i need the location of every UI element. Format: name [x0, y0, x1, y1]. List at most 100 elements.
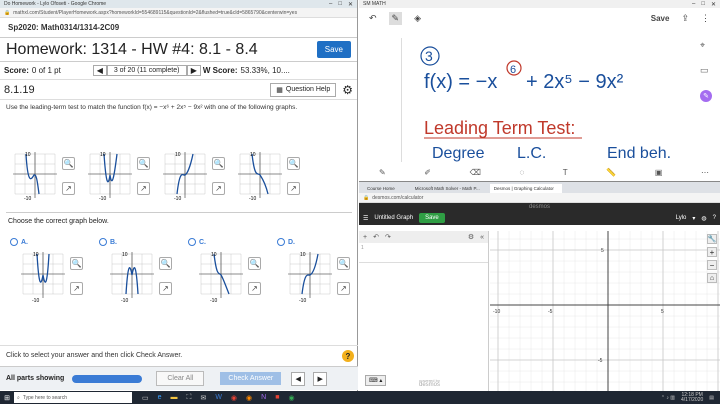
check-answer-button[interactable]: Check Answer [220, 372, 282, 385]
firefox-icon[interactable]: ◉ [246, 394, 252, 402]
popout-icon[interactable]: ↗ [70, 282, 83, 295]
taskbar-search[interactable]: ⌕ Type here to search [14, 392, 132, 403]
zoom-icon[interactable]: 🔍 [212, 157, 225, 170]
popout-icon[interactable]: ↗ [337, 282, 350, 295]
zoom-icon[interactable]: 🔍 [137, 157, 150, 170]
option-c[interactable]: C. 10 -10 🔍 ↗ [188, 238, 261, 308]
popout-icon[interactable]: ↗ [287, 182, 300, 195]
hamburger-icon[interactable]: ☰ [363, 215, 368, 222]
notes-canvas[interactable]: 3 f(x) = −x 6 + 2x⁵ − 9x² Leading Term T… [401, 38, 706, 162]
question-progress-select[interactable]: 3 of 20 (11 complete) [106, 65, 187, 76]
option-b[interactable]: B. 10 -10 🔍 ↗ [99, 238, 172, 308]
maximize-icon[interactable]: □ [701, 1, 705, 8]
prev-button[interactable]: ◀ [291, 371, 306, 386]
keypad-toggle[interactable]: ⌨ ▴ [365, 375, 387, 386]
zoom-icon[interactable]: 🔍 [70, 257, 83, 270]
next-question-button[interactable]: ▶ [186, 65, 201, 76]
folder-icon[interactable]: ▬ [171, 394, 178, 402]
store-icon[interactable]: ⛶ [187, 394, 192, 402]
onenote-icon[interactable]: N [261, 394, 266, 402]
notification-icon[interactable]: ▤ [709, 395, 714, 401]
share-icon[interactable]: ⇪ [681, 13, 689, 24]
marker-tool-icon[interactable]: ✐ [424, 168, 431, 177]
shape-icon[interactable]: ◈ [414, 13, 421, 24]
redo-icon[interactable]: ↷ [385, 233, 391, 241]
option-a[interactable]: A. 10 -10 🔍 ↗ [10, 238, 83, 308]
popout-icon[interactable]: ↗ [159, 282, 172, 295]
image-tool-icon[interactable]: ▣ [655, 168, 663, 177]
help-circle-icon[interactable]: ? [713, 215, 716, 221]
close-icon[interactable]: ✕ [348, 1, 353, 8]
tab-math-solver[interactable]: Microsoft Math Solver - Math P... [411, 184, 488, 193]
home-icon[interactable]: ⌂ [707, 273, 717, 283]
user-name[interactable]: Lylo [676, 215, 687, 221]
edge-icon[interactable]: e [158, 394, 162, 402]
more-tools-icon[interactable]: ⋯ [701, 168, 709, 177]
option-d[interactable]: D. 10 -10 🔍 ↗ [277, 238, 350, 308]
close-icon[interactable]: ✕ [711, 1, 716, 8]
maximize-icon[interactable]: □ [338, 1, 342, 8]
popout-icon[interactable]: ↗ [137, 182, 150, 195]
circled-number: 3 [425, 48, 433, 64]
desmos-address-bar[interactable]: 🔒 desmos.com/calculator [359, 193, 720, 203]
page-icon[interactable]: ▭ [700, 65, 712, 76]
graph-area[interactable]: -10 -5 5 5 -5 🔧 + − ⌂ [490, 231, 720, 392]
notes-save-button[interactable]: Save [651, 14, 670, 23]
popout-icon[interactable]: ↗ [212, 182, 225, 195]
mail-icon[interactable]: ✉ [200, 394, 206, 402]
tab-desmos[interactable]: Desmos | Graphing Calculator [489, 184, 562, 193]
zoom-icon[interactable]: 🔍 [248, 257, 261, 270]
desmos-save-button[interactable]: Save [419, 213, 445, 223]
minimize-icon[interactable]: – [692, 1, 695, 8]
next-button[interactable]: ▶ [313, 371, 328, 386]
zoom-icon[interactable]: 🔍 [287, 157, 300, 170]
radio-c[interactable] [188, 238, 196, 246]
tab-course-home[interactable]: Course Home [363, 184, 409, 193]
question-help-button[interactable]: ▦ Question Help [270, 82, 337, 97]
settings-icon[interactable]: ⚙ [468, 233, 474, 241]
popout-icon[interactable]: ↗ [248, 282, 261, 295]
eraser-tool-icon[interactable]: ⌫ [470, 168, 481, 177]
wrench-icon[interactable]: 🔧 [707, 234, 717, 244]
pin-icon[interactable]: ⌖ [700, 40, 712, 51]
radio-a[interactable] [10, 238, 18, 246]
undo-icon[interactable]: ↶ [373, 233, 379, 241]
expression-row[interactable]: 1 [359, 243, 488, 263]
task-view-icon[interactable]: ▭ [142, 394, 149, 402]
collapse-icon[interactable]: « [480, 234, 484, 241]
zoom-out-icon[interactable]: − [707, 260, 717, 270]
lasso-tool-icon[interactable]: ◌ [519, 168, 524, 177]
radio-b[interactable] [99, 238, 107, 246]
word-icon[interactable]: W [215, 394, 222, 402]
gear-icon[interactable]: ⚙ [342, 83, 353, 97]
edit-fab-icon[interactable]: ✎ [700, 90, 712, 102]
ruler-tool-icon[interactable]: 📏 [606, 168, 616, 177]
globe-icon[interactable]: ◍ [701, 215, 706, 222]
save-button[interactable]: Save [316, 41, 351, 58]
minimize-icon[interactable]: – [329, 1, 332, 8]
zoom-icon[interactable]: 🔍 [337, 257, 350, 270]
add-item-icon[interactable]: + [363, 234, 367, 241]
zoom-in-icon[interactable]: + [707, 247, 717, 257]
zoom-icon[interactable]: 🔍 [159, 257, 172, 270]
radio-d[interactable] [277, 238, 285, 246]
more-icon[interactable]: ⋮ [701, 13, 710, 24]
text-tool-icon[interactable]: T [563, 168, 568, 177]
undo-icon[interactable]: ↶ [369, 13, 377, 24]
pen-icon[interactable]: ✎ [388, 11, 403, 25]
help-icon[interactable]: ? [342, 350, 354, 362]
chrome-icon[interactable]: ◉ [231, 394, 237, 402]
zoom-icon[interactable]: 🔍 [62, 157, 75, 170]
app-icon[interactable]: ■ [275, 394, 279, 402]
windows-start-icon[interactable]: ⊞ [0, 394, 14, 402]
clear-all-button[interactable]: Clear All [156, 371, 205, 386]
graph-title[interactable]: Untitled Graph [374, 215, 413, 221]
popout-icon[interactable]: ↗ [62, 182, 75, 195]
address-bar[interactable]: 🔒 mathxl.com/Student/PlayerHomework.aspx?… [0, 8, 357, 18]
pen-tool-icon[interactable]: ✎ [379, 168, 386, 177]
tray-icons[interactable]: ⌃ ♪ ▥ [661, 395, 675, 401]
prev-question-button[interactable]: ◀ [92, 65, 107, 76]
hw-header: Homework: 1314 - HW #4: 8.1 - 8.4 Save [0, 38, 357, 62]
chevron-down-icon[interactable]: ▾ [692, 215, 695, 222]
chrome-icon-2[interactable]: ◉ [288, 394, 294, 402]
